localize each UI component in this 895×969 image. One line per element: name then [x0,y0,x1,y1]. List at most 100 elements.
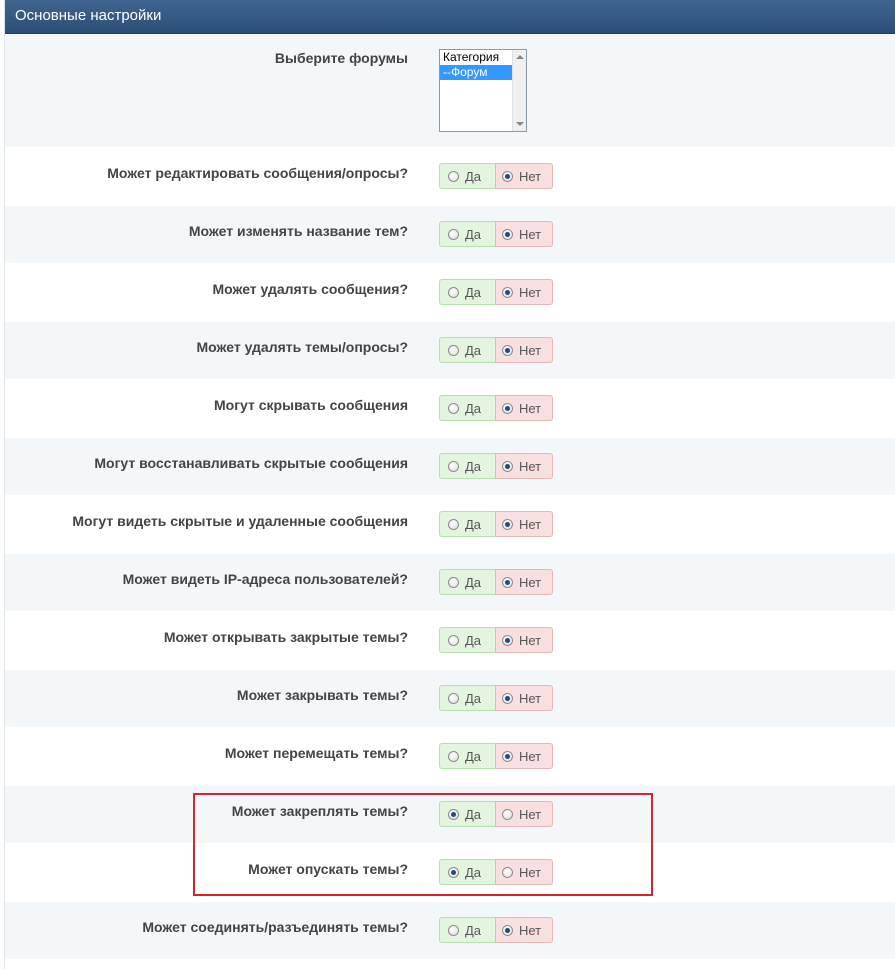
option-no-label: Нет [519,574,542,590]
scroll-down-icon[interactable] [516,122,524,126]
option-no-label: Нет [519,458,542,474]
radio-no[interactable] [502,634,513,646]
radio-yes[interactable] [448,808,459,820]
radio-yes[interactable] [448,924,459,936]
radio-no[interactable] [502,518,513,530]
yes-no-toggle: Да Нет [439,279,553,305]
option-yes-label: Да [465,342,482,358]
option-no[interactable]: Нет [495,337,553,363]
radio-no[interactable] [502,808,513,820]
scroll-up-icon[interactable] [516,55,524,59]
radio-no[interactable] [502,576,513,588]
radio-yes[interactable] [448,460,459,472]
option-yes[interactable]: Да [439,743,495,769]
radio-yes[interactable] [448,866,459,878]
forum-option-selected[interactable]: --Форум [440,65,512,80]
option-yes[interactable]: Да [439,337,495,363]
permission-label: Может изменять название тем? [188,223,408,239]
option-no-label: Нет [519,168,542,184]
radio-yes[interactable] [448,576,459,588]
option-no[interactable]: Нет [495,221,553,247]
permission-row: Может закрывать темы? Да Нет [5,670,895,728]
radio-yes[interactable] [448,170,459,182]
forum-listbox[interactable]: Категория --Форум [439,49,527,132]
permission-row: Может перемещать темы? Да Нет [5,728,895,786]
option-yes[interactable]: Да [439,395,495,421]
option-yes[interactable]: Да [439,859,495,885]
yes-no-toggle: Да Нет [439,395,553,421]
option-no[interactable]: Нет [495,917,553,943]
panel-title: Основные настройки [5,0,895,34]
option-yes[interactable]: Да [439,163,495,189]
option-no[interactable]: Нет [495,163,553,189]
radio-yes[interactable] [448,634,459,646]
yes-no-toggle: Да Нет [439,743,553,769]
option-yes-label: Да [465,574,482,590]
listbox-scrollbar[interactable] [512,50,526,131]
option-yes[interactable]: Да [439,221,495,247]
option-yes[interactable]: Да [439,917,495,943]
option-yes[interactable]: Да [439,453,495,479]
radio-yes[interactable] [448,750,459,762]
settings-panel: Основные настройки Выберите форумы Катег… [4,0,895,969]
radio-yes[interactable] [448,344,459,356]
radio-yes[interactable] [448,228,459,240]
option-yes[interactable]: Да [439,685,495,711]
radio-yes[interactable] [448,692,459,704]
radio-no[interactable] [502,866,513,878]
option-yes[interactable]: Да [439,511,495,537]
option-yes[interactable]: Да [439,279,495,305]
radio-no[interactable] [502,750,513,762]
permission-label: Может закрывать темы? [236,687,408,703]
option-no[interactable]: Нет [495,627,553,653]
yes-no-toggle: Да Нет [439,627,553,653]
option-yes-label: Да [465,516,482,532]
option-no[interactable]: Нет [495,453,553,479]
forum-option[interactable]: Категория [440,50,512,65]
radio-yes[interactable] [448,518,459,530]
permission-row: Может опускать темы? Да Нет [5,844,895,902]
radio-no[interactable] [502,460,513,472]
option-no[interactable]: Нет [495,279,553,305]
permission-label: Может видеть IP-адреса пользователей? [122,571,408,587]
permission-row: Может видеть IP-адреса пользователей? Да Н… [5,554,895,612]
option-yes-label: Да [465,168,482,184]
option-no[interactable]: Нет [495,511,553,537]
option-no-label: Нет [519,342,542,358]
option-no[interactable]: Нет [495,569,553,595]
option-no-label: Нет [519,632,542,648]
forum-select-row: Выберите форумы Категория --Форум [5,34,895,148]
radio-no[interactable] [502,402,513,414]
option-no[interactable]: Нет [495,801,553,827]
yes-no-toggle: Да Нет [439,511,553,537]
radio-no[interactable] [502,692,513,704]
option-no[interactable]: Нет [495,859,553,885]
option-yes-label: Да [465,922,482,938]
option-no[interactable]: Нет [495,685,553,711]
radio-no[interactable] [502,228,513,240]
yes-no-toggle: Да Нет [439,569,553,595]
option-yes-label: Да [465,806,482,822]
radio-no[interactable] [502,170,513,182]
yes-no-toggle: Да Нет [439,685,553,711]
option-yes[interactable]: Да [439,801,495,827]
permission-label: Может открывать закрытые темы? [163,629,408,645]
radio-no[interactable] [502,344,513,356]
permission-label: Может соединять/разъединять темы? [142,919,408,935]
radio-no[interactable] [502,924,513,936]
permission-label: Может удалять сообщения? [212,281,408,297]
permission-row: Могут видеть скрытые и удаленные сообщен… [5,496,895,554]
yes-no-toggle: Да Нет [439,163,553,189]
permission-label: Может перемещать темы? [224,745,408,761]
radio-no[interactable] [502,286,513,298]
radio-yes[interactable] [448,402,459,414]
option-yes[interactable]: Да [439,627,495,653]
yes-no-toggle: Да Нет [439,453,553,479]
permission-label: Могут скрывать сообщения [214,397,408,413]
option-yes[interactable]: Да [439,569,495,595]
radio-yes[interactable] [448,286,459,298]
option-no[interactable]: Нет [495,743,553,769]
option-yes-label: Да [465,632,482,648]
permission-label: Может опускать темы? [248,861,408,877]
option-no[interactable]: Нет [495,395,553,421]
